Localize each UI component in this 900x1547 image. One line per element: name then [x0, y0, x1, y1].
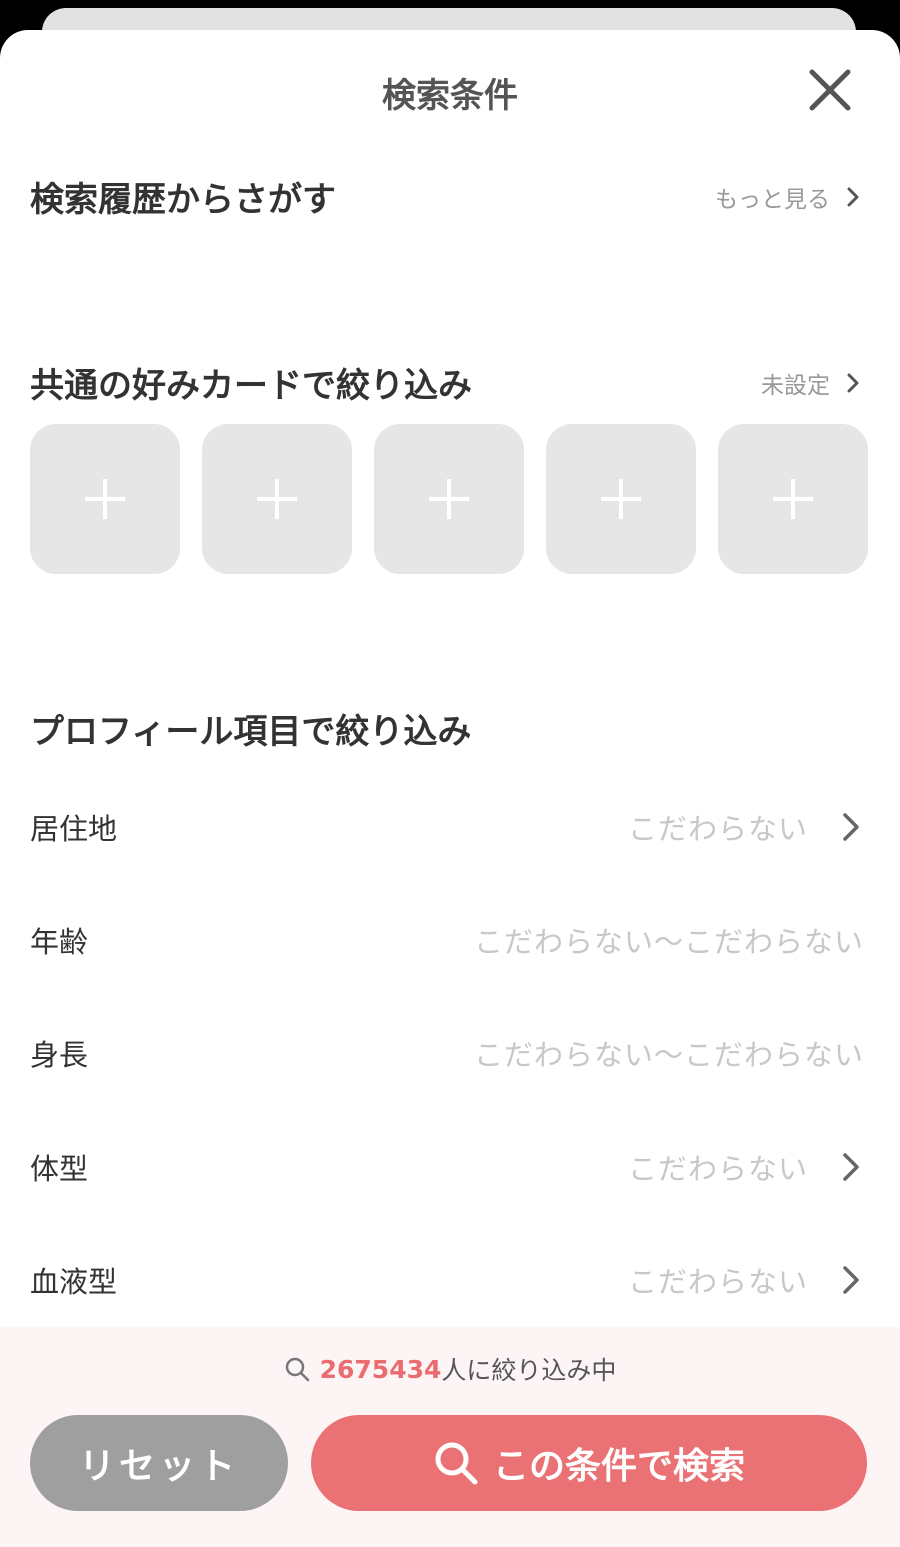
close-icon [809, 69, 851, 111]
add-card-slot-4[interactable] [546, 424, 696, 574]
plus-icon [773, 479, 813, 519]
filter-label: 体型 [30, 1152, 89, 1186]
plus-icon [85, 479, 125, 519]
filter-value: こだわらない～こだわらない [473, 1038, 864, 1072]
search-conditions-sheet: 検索条件 検索履歴からさがす もっと見る 共通の好みカードで絞り込み 未設定 プ… [0, 30, 900, 1547]
plus-icon [257, 479, 297, 519]
result-count-number: 2675434 [319, 1354, 442, 1384]
chevron-right-icon [843, 1266, 859, 1294]
preference-cards [30, 424, 868, 574]
cards-setting-link[interactable]: 未設定 [761, 366, 860, 400]
add-card-slot-5[interactable] [718, 424, 868, 574]
filter-row-residence[interactable]: 居住地 こだわらない [0, 797, 900, 857]
close-button[interactable] [806, 66, 854, 114]
filter-row-body-type[interactable]: 体型 こだわらない [0, 1137, 900, 1197]
chevron-right-icon [843, 813, 859, 841]
cards-section-title: 共通の好みカードで絞り込み [30, 366, 472, 406]
filter-value: こだわらない [627, 812, 808, 846]
plus-icon [601, 479, 641, 519]
chevron-right-icon [847, 373, 859, 393]
result-count-suffix: 人に絞り込み中 [441, 1356, 617, 1385]
chevron-right-icon [843, 1153, 859, 1181]
history-section-title: 検索履歴からさがす [30, 180, 336, 220]
add-card-slot-1[interactable] [30, 424, 180, 574]
filter-value: こだわらない～こだわらない [473, 925, 864, 959]
bottom-action-bar: 2675434 人に絞り込み中 リセット この条件で検索 [0, 1327, 900, 1547]
filter-value: こだわらない [627, 1265, 808, 1299]
profile-section-title: プロフィール項目で絞り込み [30, 712, 472, 752]
add-card-slot-3[interactable] [374, 424, 524, 574]
filter-label: 身長 [30, 1038, 89, 1072]
filter-label: 血液型 [30, 1265, 118, 1299]
filter-row-age[interactable]: 年齢 こだわらない～こだわらない [0, 910, 900, 970]
search-icon [285, 1357, 309, 1382]
plus-icon [429, 479, 469, 519]
search-icon [435, 1442, 478, 1485]
filter-label: 年齢 [30, 925, 89, 959]
filter-label: 居住地 [30, 812, 118, 846]
reset-button[interactable]: リセット [30, 1415, 288, 1511]
cards-setting-label: 未設定 [761, 373, 830, 399]
filter-row-blood-type[interactable]: 血液型 こだわらない [0, 1250, 900, 1310]
result-count: 2675434 人に絞り込み中 [0, 1351, 900, 1387]
chevron-right-icon [847, 187, 859, 207]
search-button[interactable]: この条件で検索 [311, 1415, 867, 1511]
history-more-link[interactable]: もっと見る [715, 180, 860, 214]
search-button-label: この条件で検索 [492, 1446, 745, 1487]
sheet-title: 検索条件 [382, 76, 518, 116]
filter-value: こだわらない [627, 1152, 808, 1186]
add-card-slot-2[interactable] [202, 424, 352, 574]
history-more-label: もっと見る [715, 187, 830, 213]
filter-row-height[interactable]: 身長 こだわらない～こだわらない [0, 1023, 900, 1083]
